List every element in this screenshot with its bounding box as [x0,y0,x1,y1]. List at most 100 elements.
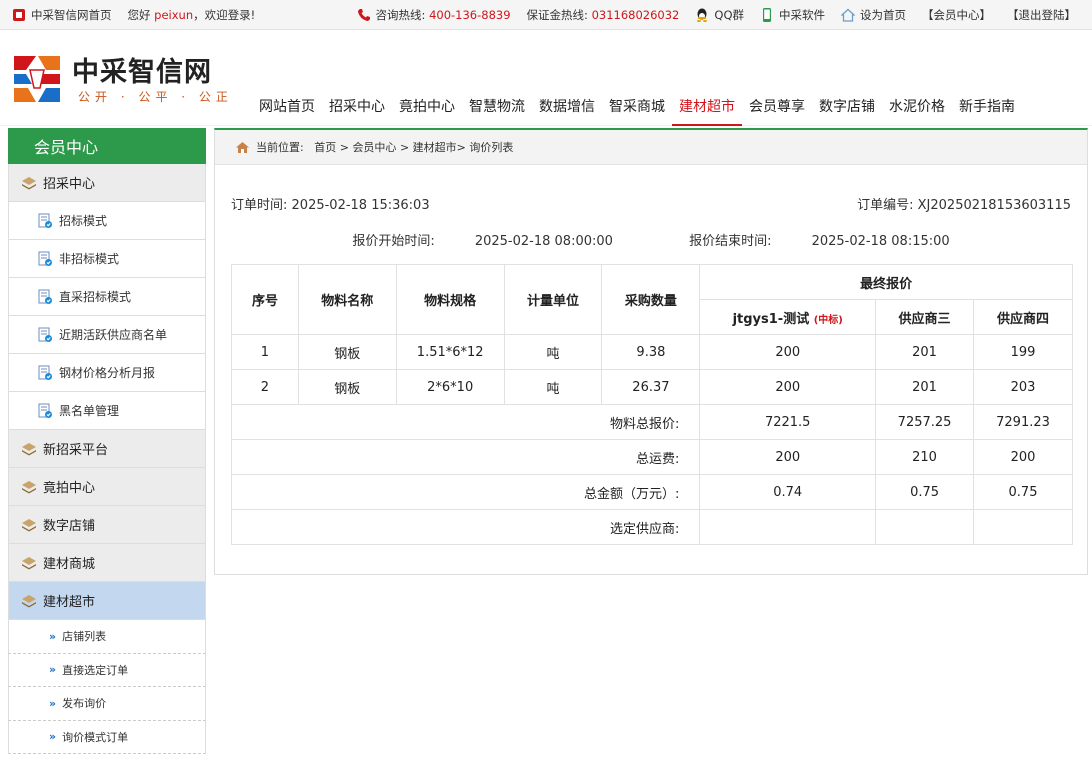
member-center-link[interactable]: 【会员中心】 [922,7,991,23]
cell-p3: 203 [973,369,1073,405]
cell-unit: 吨 [503,334,603,370]
sidebar-subitem[interactable]: 钢材价格分析月报 [8,354,206,392]
sidebar-subitem[interactable]: 黑名单管理 [8,392,206,430]
total-freight-label: 总运费: [230,439,701,475]
sidebar-subitem[interactable]: 直采招标模式 [8,278,206,316]
sidebar-subitem-label: 店铺列表 [62,630,107,644]
sidebar-cat-label: 招采中心 [43,177,96,192]
nav-item[interactable]: 网站首页 [252,82,322,126]
sidebar-subitem-label: 招标模式 [59,214,108,228]
sidebar-cat-mall[interactable]: 建材商城 [8,544,206,582]
order-time-value: 2025-02-18 15:36:03 [291,198,430,213]
site-home-label: 中采智信网首页 [31,8,112,22]
sidebar-subitem[interactable]: 近期活跃供应商名单 [8,316,206,354]
sidebar-cat-procurement[interactable]: 招采中心 [8,164,206,202]
main-nav: 网站首页 招采中心 竟拍中心 智慧物流 数据增信 智采商城 建材超市 会员尊享 数字店铺 水泥价格… [252,82,1022,126]
double-chevron-right-icon: ›› [49,663,56,677]
double-chevron-right-icon: ›› [49,629,56,643]
site-home-link[interactable]: 中采智信网首页 [12,7,112,23]
nav-item[interactable]: 建材超市 [672,82,742,126]
site-logo[interactable]: 中采智信网 公开 · 公平 · 公正 [10,50,238,110]
sidebar-cat-digital-store[interactable]: 数字店铺 [8,506,206,544]
main-panel: 当前位置: 首页 > 会员中心 > 建材超市 > 询价列表 订单时间: 2025… [214,128,1088,575]
table-row: 2 钢板 2*6*10 吨 26.37 200 201 203 [231,369,1073,405]
total-freight-value: 200 [699,439,877,475]
quote-start-value: 2025-02-18 08:00:00 [474,234,613,249]
sidebar-subitem[interactable]: ›› 询价模式订单 [8,720,206,754]
cell-seq: 2 [231,369,299,405]
selected-supplier-cell[interactable] [875,509,975,545]
double-chevron-right-icon: ›› [49,696,56,710]
supplier-name: 供应商三 [898,311,951,327]
total-amount-label: 总金额（万元）: [230,474,701,510]
nav-item[interactable]: 水泥价格 [882,82,952,126]
cell-qty: 26.37 [601,369,701,405]
selected-supplier-cell[interactable] [699,509,877,545]
hotline-label: 咨询热线: [375,8,426,22]
qq-label: QQ群 [714,8,744,22]
sidebar-cat-new-platform[interactable]: 新招采平台 [8,430,206,468]
qq-group-link[interactable]: QQ群 [695,7,744,23]
breadcrumb-home[interactable]: 首页 [314,139,336,155]
cell-p1: 200 [699,334,877,370]
layers-icon [22,594,36,607]
greeting-prefix: 您好 [127,8,151,22]
sidebar-subitem[interactable]: ›› 店铺列表 [8,620,206,654]
col-header-name: 物料名称 [297,264,397,335]
total-amount-value: 0.75 [973,474,1073,510]
software-link[interactable]: 中采软件 [760,7,825,23]
hotline-number: 400-136-8839 [429,8,511,22]
cell-name: 钢板 [297,334,397,370]
total-freight-value: 200 [973,439,1073,475]
order-no-label: 订单编号: [857,198,914,213]
mobile-icon [763,8,771,22]
selected-supplier-row: 选定供应商: [230,509,1073,545]
header: 中采智信网 公开 · 公平 · 公正 网站首页 招采中心 竟拍中心 智慧物流 数据增信智… [0,30,1092,126]
sidebar-cat-auction[interactable]: 竟拍中心 [8,468,206,506]
nav-item[interactable]: 会员尊享 [742,82,812,126]
software-label: 中采软件 [779,8,825,22]
sidebar-subitem-label: 直采招标模式 [59,290,132,304]
set-home-link[interactable]: 设为首页 [841,7,906,23]
breadcrumb-section[interactable]: 建材超市 [413,139,457,155]
sidebar-subitem[interactable]: ›› 直接选定订单 [8,653,206,687]
document-icon [38,289,52,304]
selected-supplier-cell[interactable] [973,509,1073,545]
sidebar-subitem-label: 发布询价 [62,697,107,711]
nav-item[interactable]: 数字店铺 [812,82,882,126]
nav-item[interactable]: 智慧物流 [462,82,532,126]
nav-item[interactable]: 新手指南 [952,82,1022,126]
cell-spec: 2*6*10 [395,369,505,405]
supplier-header: 供应商三 [875,299,975,335]
hotline: 咨询热线: 400-136-8839 [357,7,511,23]
sidebar-cat-supermarket[interactable]: 建材超市 [8,582,206,620]
nav-item[interactable]: 竟拍中心 [392,82,462,126]
order-time-label: 订单时间: [231,198,288,213]
deposit-hotline: 保证金热线: 031168026032 [527,7,680,23]
breadcrumb-label: 当前位置: [256,141,304,154]
nav-item[interactable]: 招采中心 [322,82,392,126]
total-amount-value: 0.74 [699,474,877,510]
sidebar-subitem-label: 询价模式订单 [62,730,129,744]
sidebar-subitem-label: 钢材价格分析月报 [59,366,156,380]
sidebar-subitem[interactable]: 招标模式 [8,202,206,240]
breadcrumb-member[interactable]: 会员中心 [352,139,396,155]
total-material-label: 物料总报价: [230,404,701,440]
sidebar-title: 会员中心 [8,128,206,164]
supplier-name: jtgys1-测试 [732,311,810,327]
sidebar-subitem[interactable]: ›› 发布询价 [8,687,206,721]
nav-item[interactable]: 数据增信 [532,82,602,126]
logout-link[interactable]: 【退出登陆】 [1007,7,1076,23]
document-icon [38,213,52,228]
sidebar-cat-label: 竟拍中心 [43,481,96,496]
nav-item[interactable]: 智采商城 [602,82,672,126]
quote-end-label: 报价结束时间: [689,234,772,249]
cell-p2: 201 [875,334,975,370]
breadcrumb-sep: > [399,140,410,154]
document-icon [38,403,52,418]
total-material-value: 7257.25 [875,404,975,440]
order-no: 订单编号: XJ20250218153603115 [857,194,1071,213]
layers-icon [22,442,36,455]
sidebar-subitem[interactable]: 非招标模式 [8,240,206,278]
cell-seq: 1 [231,334,299,370]
